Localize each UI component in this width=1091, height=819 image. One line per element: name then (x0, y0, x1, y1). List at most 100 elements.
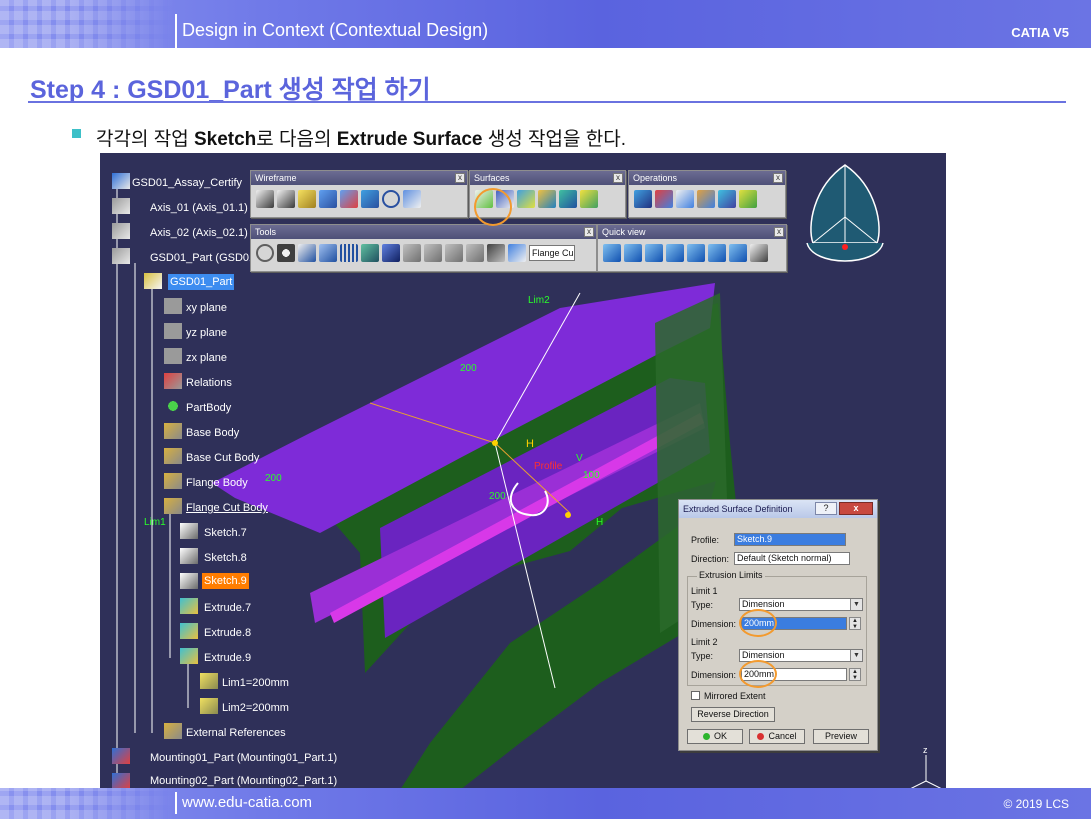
update-icon[interactable] (256, 244, 274, 262)
close-button[interactable]: x (839, 502, 873, 515)
view-iso-icon[interactable] (603, 244, 621, 262)
extruded-surface-dialog[interactable]: Extruded Surface Definition ? x Profile:… (678, 499, 878, 751)
tree-item-external-references[interactable]: External References (186, 725, 286, 741)
relations-icon[interactable] (164, 373, 182, 389)
scan-icon[interactable] (277, 244, 295, 262)
tree-item-xy-plane[interactable]: xy plane (186, 300, 227, 316)
datum-icon[interactable] (361, 244, 379, 262)
tree-item-extrude7[interactable]: Extrude.7 (204, 600, 251, 616)
part-icon[interactable] (112, 248, 130, 264)
quick-view-toolbar[interactable]: Quick view x (597, 224, 787, 272)
intersection-icon[interactable] (340, 190, 358, 208)
cube-icon[interactable] (508, 244, 526, 262)
tree-item-sketch9[interactable]: Sketch.9 (202, 573, 249, 589)
tree-item-mounting01[interactable]: Mounting01_Part (Mounting01_Part.1) (150, 750, 337, 766)
body-icon[interactable] (164, 423, 182, 439)
tree-item-gsd01-part-instance[interactable]: GSD01_Part (GSD01 (150, 250, 255, 266)
catia-viewport[interactable]: 200 200 200 100 Lim2 Lim1 Profile H V H … (100, 153, 946, 790)
body-icon[interactable] (164, 498, 182, 514)
component-icon[interactable] (112, 223, 130, 239)
gear-icon[interactable] (164, 398, 182, 414)
part-icon[interactable] (112, 773, 130, 789)
boundary-icon[interactable] (739, 190, 757, 208)
sketch-point-2[interactable] (565, 512, 571, 518)
plane-icon[interactable] (164, 348, 182, 364)
sketch-icon[interactable] (180, 548, 198, 564)
wireframe-toolbar[interactable]: Wireframe x (250, 170, 468, 218)
sketch-point[interactable] (492, 440, 498, 446)
help-button[interactable]: ? (815, 502, 837, 515)
grid-icon[interactable] (340, 244, 358, 262)
translate-icon[interactable] (697, 190, 715, 208)
tree-item-axis01[interactable]: Axis_01 (Axis_01.1) (150, 200, 248, 216)
parallel-curve-icon[interactable] (361, 190, 379, 208)
limit2-spinner[interactable]: ▲ ▼ (849, 668, 861, 681)
fill-icon[interactable] (538, 190, 556, 208)
limit1-spinner[interactable]: ▲ ▼ (849, 617, 861, 630)
view-left-icon[interactable] (666, 244, 684, 262)
fillet-icon[interactable] (676, 190, 694, 208)
catalog-icon[interactable] (424, 244, 442, 262)
view-right-icon[interactable] (687, 244, 705, 262)
sweep-icon[interactable] (517, 190, 535, 208)
axis-system-icon[interactable] (298, 244, 316, 262)
view-back-icon[interactable] (645, 244, 663, 262)
plane-icon[interactable] (164, 298, 182, 314)
tree-item-flange-cut-body[interactable]: Flange Cut Body (186, 500, 268, 516)
close-icon[interactable]: x (584, 227, 594, 237)
parameter-icon[interactable] (200, 698, 218, 714)
close-icon[interactable]: x (455, 173, 465, 183)
tree-item-lim2[interactable]: Lim2=200mm (222, 700, 289, 716)
direction-field[interactable]: Default (Sketch normal) (734, 552, 850, 565)
tree-item-extrude8[interactable]: Extrude.8 (204, 625, 251, 641)
close-icon[interactable]: x (613, 173, 623, 183)
part-icon[interactable] (112, 748, 130, 764)
line-icon[interactable] (277, 190, 295, 208)
component-icon[interactable] (112, 198, 130, 214)
view-front-icon[interactable] (624, 244, 642, 262)
plane-icon[interactable] (164, 323, 182, 339)
product-icon[interactable] (112, 173, 130, 189)
body-icon[interactable] (164, 448, 182, 464)
tree-item-extrude9[interactable]: Extrude.9 (204, 650, 251, 666)
mirrored-extent-checkbox[interactable] (691, 691, 700, 700)
join-icon[interactable] (634, 190, 652, 208)
sketch-icon[interactable] (180, 523, 198, 539)
extrude-icon[interactable] (180, 623, 198, 639)
operations-toolbar[interactable]: Operations x (628, 170, 786, 218)
properties-icon[interactable] (487, 244, 505, 262)
extrapolate-icon[interactable] (718, 190, 736, 208)
tree-item-zx-plane[interactable]: zx plane (186, 350, 227, 366)
sketch-icon[interactable] (180, 573, 198, 589)
tree-item-yz-plane[interactable]: yz plane (186, 325, 227, 341)
reverse-direction-button[interactable]: Reverse Direction (691, 707, 775, 722)
work-on-support-icon[interactable] (319, 244, 337, 262)
tree-item-mounting02[interactable]: Mounting02_Part (Mounting02_Part.1) (150, 773, 337, 789)
extrude-icon[interactable] (180, 598, 198, 614)
profile-field[interactable]: Sketch.9 (734, 533, 846, 546)
external-references-icon[interactable] (164, 723, 182, 739)
spline-icon[interactable] (403, 190, 421, 208)
tree-item-base-cut-body[interactable]: Base Cut Body (186, 450, 259, 466)
plane-icon[interactable] (298, 190, 316, 208)
tree-item-partbody[interactable]: PartBody (186, 400, 231, 416)
view-top-icon[interactable] (708, 244, 726, 262)
tree-item-flange-body[interactable]: Flange Body (186, 475, 248, 491)
tree-item-lim1[interactable]: Lim1=200mm (222, 675, 289, 691)
extrude-icon[interactable] (180, 648, 198, 664)
parameter-icon[interactable] (200, 673, 218, 689)
tools-toolbar[interactable]: Tools x Flange Cu (250, 224, 597, 272)
compass-widget[interactable] (803, 157, 887, 271)
body-icon[interactable] (382, 244, 400, 262)
tree-item-sketch8[interactable]: Sketch.8 (204, 550, 247, 566)
tree-item-relations[interactable]: Relations (186, 375, 232, 391)
tree-item-assay[interactable]: GSD01_Assay_Certify (132, 175, 242, 191)
hide-show-icon[interactable] (445, 244, 463, 262)
named-views-icon[interactable] (750, 244, 768, 262)
body-icon[interactable] (164, 473, 182, 489)
view-bottom-icon[interactable] (729, 244, 747, 262)
swap-icon[interactable] (466, 244, 484, 262)
circle-icon[interactable] (382, 190, 400, 208)
gear-icon[interactable] (144, 273, 162, 289)
preview-button[interactable]: Preview (813, 729, 869, 744)
